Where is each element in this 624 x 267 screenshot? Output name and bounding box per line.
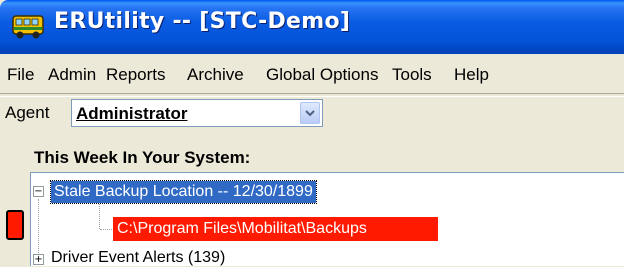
toolbar-separator — [0, 93, 624, 97]
menu-archive[interactable]: Archive — [187, 65, 244, 85]
chevron-down-icon[interactable] — [300, 102, 320, 124]
title-bar[interactable]: ERUtility -- [STC-Demo] — [0, 0, 624, 54]
menu-help[interactable]: Help — [454, 65, 489, 85]
tree-line — [99, 199, 100, 229]
menu-tools[interactable]: Tools — [392, 65, 432, 85]
menu-reports[interactable]: Reports — [106, 65, 166, 85]
collapse-icon[interactable]: − — [33, 186, 44, 197]
tree-line — [38, 199, 39, 259]
tree-line — [100, 229, 112, 230]
alert-flag-icon — [6, 210, 24, 240]
window-title: ERUtility -- [STC-Demo] — [54, 9, 351, 34]
section-title: This Week In Your System: — [34, 148, 251, 167]
tree-node-driver-event-alerts[interactable]: Driver Event Alerts (139) — [51, 249, 225, 267]
agent-select-value: Administrator — [76, 104, 188, 123]
expand-icon[interactable]: + — [33, 254, 44, 265]
menu-global-options[interactable]: Global Options — [266, 65, 378, 85]
bus-app-icon — [12, 12, 44, 40]
agent-select[interactable]: Administrator — [71, 99, 323, 127]
menu-bar: File Admin Reports Archive Global Option… — [0, 56, 624, 93]
tree-node-backup-path[interactable]: C:\Program Files\Mobilitat\Backups — [113, 217, 438, 241]
alerts-tree[interactable]: − Stale Backup Location -- 12/30/1899 C:… — [30, 172, 624, 266]
menu-admin[interactable]: Admin — [48, 65, 96, 85]
menu-file[interactable]: File — [7, 65, 34, 85]
agent-label: Agent — [5, 103, 50, 122]
tree-node-stale-backup[interactable]: Stale Backup Location -- 12/30/1899 — [50, 180, 317, 204]
